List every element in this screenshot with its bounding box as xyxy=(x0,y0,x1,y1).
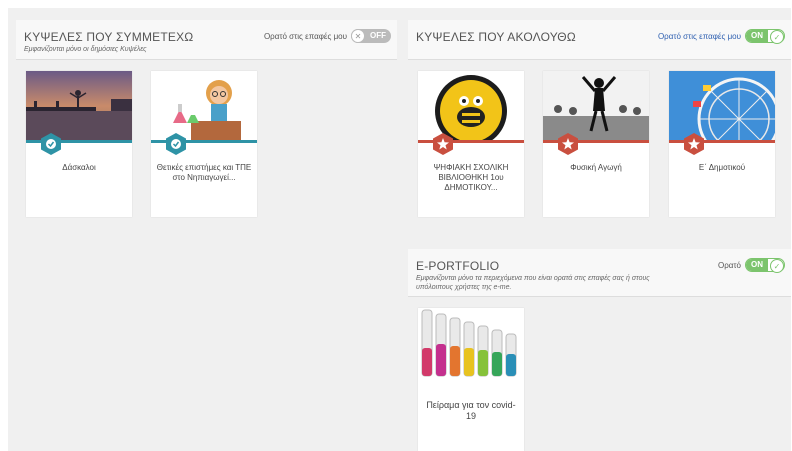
portfolio-header: E-PORTFOLIO Εμφανίζονται μόνο τα περιεχό… xyxy=(408,249,791,297)
check-icon: ✓ xyxy=(770,259,784,273)
follow-visibility-label: Ορατό στις επαφές μου xyxy=(657,31,741,41)
portfolio-card[interactable]: Πείραμα για τον covid-19 xyxy=(418,308,524,451)
participate-title: ΚΥΨΕΛΕΣ ΠΟΥ ΣΥΜΜΕΤΕΧΩ xyxy=(24,30,194,44)
close-icon: ✕ xyxy=(351,29,365,43)
dashboard-canvas: ΚΥΨΕΛΕΣ ΠΟΥ ΣΥΜΜΕΤΕΧΩ Εμφανίζονται μόνο … xyxy=(8,8,791,451)
hive-card-label: Θετικές επιστήμες και ΤΠΕ στο Νηπιαγωγεί… xyxy=(156,163,252,182)
portfolio-visibility: Ορατό ON ✓ xyxy=(717,258,785,273)
follow-visibility: Ορατό στις επαφές μου ON ✓ xyxy=(657,29,785,44)
cropped-header-text xyxy=(0,0,792,8)
hive-card-label: Ε΄ Δημοτικού xyxy=(698,163,746,172)
hive-card-label: Φυσική Αγωγή xyxy=(570,163,622,172)
participate-visibility: Ορατό στις επαφές μου ✕ OFF xyxy=(264,29,391,43)
participate-visibility-toggle[interactable]: ✕ OFF xyxy=(351,29,391,43)
follow-visibility-toggle[interactable]: ON ✓ xyxy=(745,29,785,44)
toggle-state-text: ON xyxy=(746,30,768,42)
hive-card[interactable]: Θετικές επιστήμες και ΤΠΕ στο Νηπιαγωγεί… xyxy=(151,71,257,217)
star-icon xyxy=(433,133,453,155)
portfolio-subtitle: Εμφανίζονται μόνο τα περιεχόμενα που είν… xyxy=(416,275,650,291)
hive-card[interactable]: Δάσκαλοι xyxy=(26,71,132,217)
portfolio-visibility-toggle[interactable]: ON ✓ xyxy=(745,258,785,273)
follow-header: ΚΥΨΕΛΕΣ ΠΟΥ ΑΚΟΛΟΥΘΩ Ορατό στις επαφές μ… xyxy=(408,20,791,60)
participate-subtitle: Εμφανίζονται μόνο οι δημόσιες Κυψέλες xyxy=(24,46,147,53)
hive-card[interactable]: Ε΄ Δημοτικού xyxy=(669,71,775,217)
hive-thumbnail xyxy=(418,71,524,141)
star-icon xyxy=(558,133,578,155)
portfolio-thumbnail xyxy=(418,308,524,380)
hive-thumbnail xyxy=(543,71,649,141)
toggle-state-text: ON xyxy=(746,259,768,271)
hive-thumbnail xyxy=(151,71,257,141)
participate-visibility-label: Ορατό στις επαφές μου xyxy=(263,31,347,41)
check-icon xyxy=(41,133,61,155)
toggle-state-text: OFF xyxy=(370,31,386,40)
participate-header: ΚΥΨΕΛΕΣ ΠΟΥ ΣΥΜΜΕΤΕΧΩ Εμφανίζονται μόνο … xyxy=(16,20,397,60)
hive-card-label: Δάσκαλοι xyxy=(62,163,96,172)
portfolio-card-label: Πείραμα για τον covid-19 xyxy=(426,400,516,421)
hive-thumbnail xyxy=(669,71,775,141)
check-icon xyxy=(166,133,186,155)
portfolio-visibility-label: Ορατό xyxy=(717,260,741,270)
star-icon xyxy=(684,133,704,155)
hive-card-label: ΨΗΦΙΑΚΗ ΣΧΟΛΙΚΗ ΒΙΒΛΙΟΘΗΚΗ 1ου ΔΗΜΟΤΙΚΟΥ… xyxy=(433,163,509,192)
follow-title: ΚΥΨΕΛΕΣ ΠΟΥ ΑΚΟΛΟΥΘΩ xyxy=(416,30,576,44)
hive-card[interactable]: Φυσική Αγωγή xyxy=(543,71,649,217)
hive-thumbnail xyxy=(26,71,132,141)
hive-card[interactable]: ΨΗΦΙΑΚΗ ΣΧΟΛΙΚΗ ΒΙΒΛΙΟΘΗΚΗ 1ου ΔΗΜΟΤΙΚΟΥ… xyxy=(418,71,524,217)
portfolio-title: E-PORTFOLIO xyxy=(416,259,500,273)
check-icon: ✓ xyxy=(770,30,784,44)
